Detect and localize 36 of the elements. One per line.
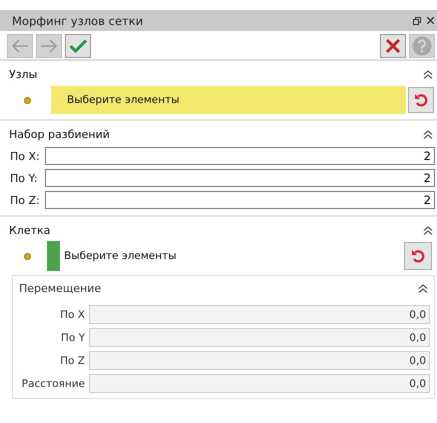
selection-box[interactable]: Выберите элементы	[60, 242, 402, 270]
field-label: По Z	[59, 354, 86, 366]
field-label: По Y:	[10, 172, 38, 184]
help-icon	[412, 36, 432, 56]
field-label: По X:	[10, 150, 41, 162]
section-title: Перемещение	[19, 282, 102, 295]
number-field[interactable]: 2	[45, 147, 435, 165]
field-label: По X	[59, 308, 86, 320]
section-title: Узлы	[9, 68, 38, 81]
status-dot	[24, 96, 31, 104]
section-title: Набор разбиений	[9, 128, 110, 141]
number-field[interactable]: 2	[45, 191, 435, 209]
number-field[interactable]: 2	[45, 169, 435, 187]
field-label: Расстояние	[20, 378, 86, 390]
collapse-icon[interactable]	[423, 70, 433, 79]
restore-icon[interactable]	[413, 16, 421, 24]
reset-button[interactable]	[404, 242, 432, 270]
status-dot	[24, 252, 31, 260]
selection-box[interactable]: Выберите элементы	[51, 86, 406, 114]
field-label: По Y	[60, 332, 86, 344]
forward-arrow-icon	[40, 39, 58, 53]
cancel-button[interactable]	[380, 34, 406, 58]
section-title: Клетка	[9, 224, 50, 237]
field-label: По Z:	[10, 194, 41, 206]
ok-button[interactable]	[65, 34, 91, 58]
close-icon	[385, 38, 401, 54]
collapse-icon[interactable]	[423, 226, 433, 235]
collapse-icon[interactable]	[423, 130, 433, 139]
back-arrow-icon	[11, 39, 29, 53]
close-icon[interactable]	[427, 17, 434, 24]
checkmark-icon	[69, 39, 87, 53]
undo-icon	[411, 249, 425, 263]
window-title: Морфинг узлов сетки	[12, 14, 144, 28]
reset-button[interactable]	[408, 87, 434, 113]
undo-icon	[414, 93, 428, 107]
collapse-icon[interactable]	[418, 284, 428, 293]
